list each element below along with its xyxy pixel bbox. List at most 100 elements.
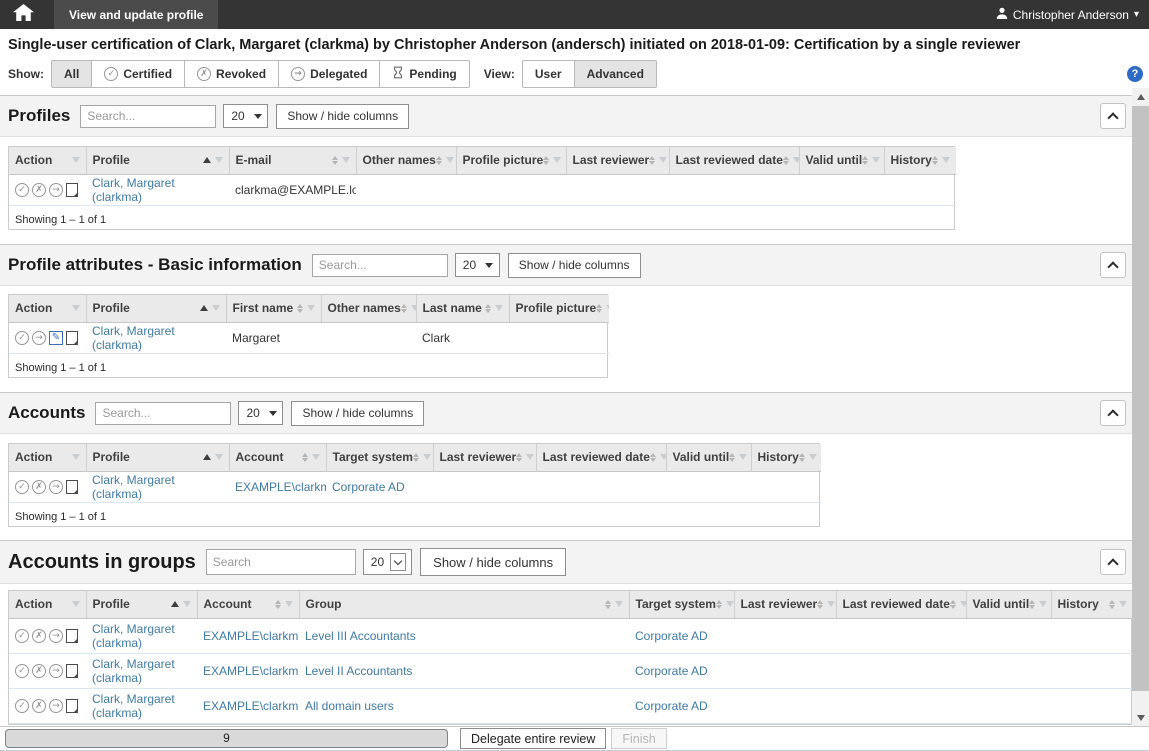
revoke-icon[interactable]: ✗ <box>32 480 46 494</box>
note-icon[interactable] <box>66 480 78 494</box>
column-header-other-names[interactable]: Other names <box>356 147 456 174</box>
column-header-target-system[interactable]: Target system <box>629 591 734 618</box>
column-header-action[interactable]: Action <box>9 147 86 174</box>
filter-funnel-icon[interactable] <box>411 305 416 311</box>
column-header-action[interactable]: Action <box>9 444 86 471</box>
sort-icon[interactable] <box>485 304 491 313</box>
sort-icon[interactable] <box>516 453 522 462</box>
column-header-history[interactable]: History <box>884 147 956 174</box>
profiles-search-input[interactable] <box>80 105 216 128</box>
filter-funnel-icon[interactable] <box>1119 601 1127 607</box>
column-header-valid-until[interactable]: Valid until <box>799 147 884 174</box>
account-link[interactable]: EXAMPLE\clarkma <box>203 664 299 678</box>
sort-ascending-icon[interactable] <box>203 157 211 163</box>
edit-icon[interactable]: ✎ <box>49 331 63 345</box>
revoke-icon[interactable]: ✗ <box>32 699 46 713</box>
column-header-action[interactable]: Action <box>9 591 86 618</box>
column-header-profile[interactable]: Profile <box>86 591 197 618</box>
filter-funnel-icon[interactable] <box>1039 601 1047 607</box>
filter-funnel-icon[interactable] <box>72 157 80 163</box>
sort-ascending-icon[interactable] <box>200 305 208 311</box>
sort-icon[interactable] <box>275 600 281 609</box>
filter-funnel-icon[interactable] <box>215 157 223 163</box>
filter-certified-button[interactable]: ✓Certified <box>91 60 185 88</box>
sort-icon[interactable] <box>436 156 442 165</box>
column-header-action[interactable]: Action <box>9 295 86 322</box>
filter-funnel-icon[interactable] <box>606 305 609 311</box>
filter-funnel-icon[interactable] <box>739 454 747 460</box>
note-icon[interactable] <box>66 183 78 197</box>
account-link[interactable]: EXAMPLE\clarkma <box>203 699 299 713</box>
column-header-profile-picture[interactable]: Profile picture <box>509 295 609 322</box>
group-link[interactable]: All domain users <box>305 699 394 713</box>
column-header-group[interactable]: Group <box>299 591 629 618</box>
delegate-entire-review-button[interactable]: Delegate entire review <box>460 728 606 749</box>
column-header-last-reviewer[interactable]: Last reviewer <box>734 591 836 618</box>
attributes-page-size-select[interactable]: 20 <box>455 253 500 277</box>
sort-icon[interactable] <box>401 304 407 313</box>
sort-icon[interactable] <box>605 600 611 609</box>
filter-funnel-icon[interactable] <box>659 157 667 163</box>
filter-all-button[interactable]: All <box>51 60 92 88</box>
delegate-icon[interactable]: → <box>49 629 63 643</box>
accounts-show-hide-columns-button[interactable]: Show / hide columns <box>291 401 424 426</box>
revoke-icon[interactable]: ✗ <box>32 183 46 197</box>
column-header-first-name[interactable]: First name <box>226 295 321 322</box>
profile-link[interactable]: Clark, Margaret (clarkma) <box>92 622 175 650</box>
filter-funnel-icon[interactable] <box>872 157 880 163</box>
column-header-history[interactable]: History <box>1051 591 1133 618</box>
filter-funnel-icon[interactable] <box>342 157 350 163</box>
filter-funnel-icon[interactable] <box>942 157 950 163</box>
certify-icon[interactable]: ✓ <box>15 183 29 197</box>
filter-funnel-icon[interactable] <box>793 157 799 163</box>
group-link[interactable]: Level III Accountants <box>305 629 416 643</box>
column-header-profile[interactable]: Profile <box>86 295 226 322</box>
home-button[interactable] <box>0 0 46 29</box>
filter-pending-button[interactable]: Pending <box>379 60 469 88</box>
column-header-account[interactable]: Account <box>197 591 299 618</box>
sort-icon[interactable] <box>950 600 956 609</box>
groups-search-input[interactable] <box>206 549 356 575</box>
sort-icon[interactable] <box>862 156 868 165</box>
filter-funnel-icon[interactable] <box>615 601 623 607</box>
filter-funnel-icon[interactable] <box>660 454 666 460</box>
accounts-collapse-button[interactable] <box>1100 400 1126 426</box>
certify-icon[interactable]: ✓ <box>15 629 29 643</box>
view-user-button[interactable]: User <box>522 60 575 88</box>
target-system-link[interactable]: Corporate AD <box>635 664 708 678</box>
sort-icon[interactable] <box>650 453 656 462</box>
sort-icon[interactable] <box>799 453 805 462</box>
filter-delegated-button[interactable]: →Delegated <box>278 60 380 88</box>
filter-funnel-icon[interactable] <box>423 454 431 460</box>
profiles-collapse-button[interactable] <box>1100 103 1126 129</box>
sort-icon[interactable] <box>297 304 303 313</box>
filter-funnel-icon[interactable] <box>212 305 220 311</box>
filter-funnel-icon[interactable] <box>72 601 80 607</box>
attributes-collapse-button[interactable] <box>1100 252 1126 278</box>
sort-ascending-icon[interactable] <box>171 601 179 607</box>
profiles-show-hide-columns-button[interactable]: Show / hide columns <box>276 104 409 129</box>
filter-funnel-icon[interactable] <box>553 157 561 163</box>
view-advanced-button[interactable]: Advanced <box>574 60 657 88</box>
note-icon[interactable] <box>66 699 78 713</box>
revoke-icon[interactable]: ✗ <box>32 629 46 643</box>
filter-funnel-icon[interactable] <box>960 601 966 607</box>
filter-funnel-icon[interactable] <box>526 454 534 460</box>
column-header-last-reviewer[interactable]: Last reviewer <box>566 147 669 174</box>
groups-show-hide-columns-button[interactable]: Show / hide columns <box>420 548 566 576</box>
sort-ascending-icon[interactable] <box>203 454 211 460</box>
filter-revoked-button[interactable]: ✗Revoked <box>184 60 279 88</box>
help-icon[interactable]: ? <box>1127 66 1143 82</box>
user-menu[interactable]: Christopher Anderson ▾ <box>996 7 1139 22</box>
target-system-link[interactable]: Corporate AD <box>332 480 405 494</box>
column-header-last-reviewed-date[interactable]: Last reviewed date <box>836 591 966 618</box>
certify-icon[interactable]: ✓ <box>15 664 29 678</box>
sort-icon[interactable] <box>332 156 338 165</box>
accounts-search-input[interactable] <box>95 402 231 425</box>
sort-icon[interactable] <box>543 156 549 165</box>
filter-funnel-icon[interactable] <box>72 454 80 460</box>
note-icon[interactable] <box>66 331 78 345</box>
delegate-icon[interactable]: → <box>49 183 63 197</box>
sort-icon[interactable] <box>413 453 419 462</box>
column-header-last-name[interactable]: Last name <box>416 295 509 322</box>
